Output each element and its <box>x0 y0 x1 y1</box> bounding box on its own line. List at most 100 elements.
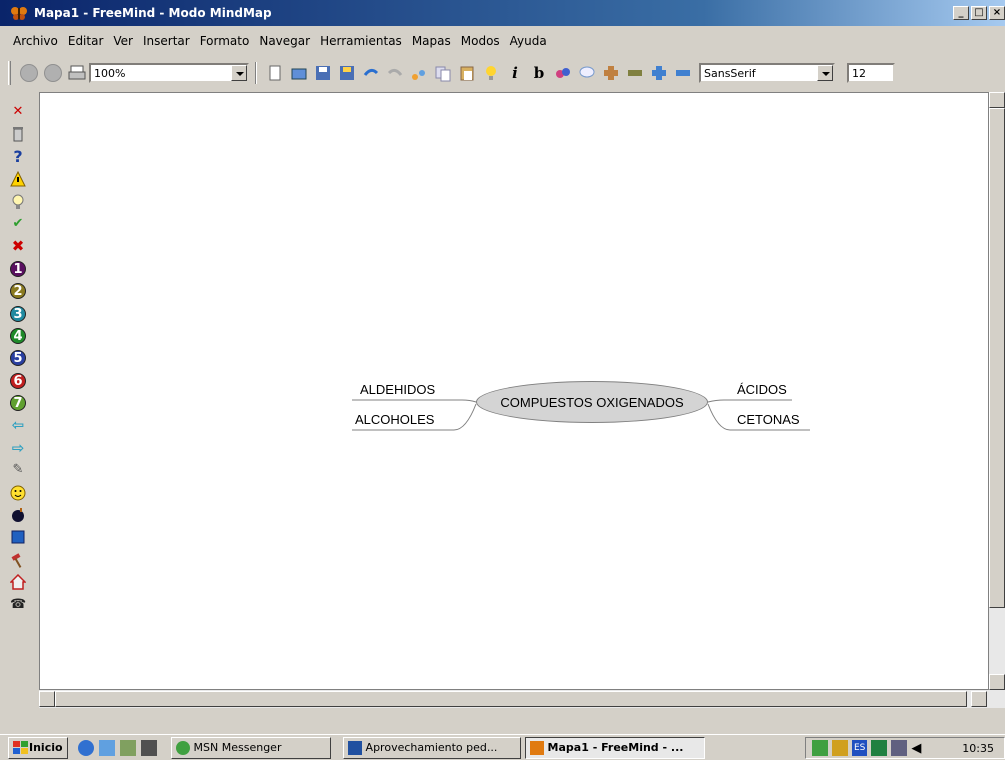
menu-navegar[interactable]: Navegar <box>254 32 315 50</box>
mindmap-canvas[interactable]: COMPUESTOS OXIGENADOS ALDEHIDOS ALCOHOLE… <box>39 92 989 690</box>
zoom-out-minus-icon[interactable] <box>674 64 692 82</box>
forward-icon[interactable] <box>44 64 62 82</box>
phone-icon[interactable]: ☎ <box>10 597 26 613</box>
idea-bulb-icon[interactable] <box>482 64 500 82</box>
cloud-color-icon[interactable] <box>554 64 572 82</box>
lightbulb-icon[interactable] <box>10 194 26 210</box>
icon-toolbar: ✕ ? ✔ ✖ 1 2 3 4 5 6 7 ⇦ ⇨ ✎ ☎ <box>8 104 28 619</box>
vertical-scroll-thumb[interactable] <box>989 108 1005 608</box>
clock: 10:35 <box>962 741 994 755</box>
trash-icon[interactable] <box>10 126 26 142</box>
minimize-button[interactable]: _ <box>953 6 969 20</box>
system-tray: ES ◀ 10:35 <box>805 737 1005 759</box>
zoom-select[interactable]: 100% <box>89 63 249 83</box>
expand-plus-icon[interactable] <box>602 64 620 82</box>
save-as-icon[interactable] <box>338 64 356 82</box>
internet-explorer-icon[interactable] <box>77 739 94 756</box>
bold-button[interactable]: b <box>530 64 548 82</box>
menu-ayuda[interactable]: Ayuda <box>505 32 552 50</box>
tray-network-icon[interactable] <box>812 740 828 756</box>
root-node-label: COMPUESTOS OXIGENADOS <box>500 394 684 410</box>
msn-icon <box>175 740 190 755</box>
warning-icon[interactable] <box>10 171 26 187</box>
start-button[interactable]: Inicio <box>8 736 68 759</box>
horizontal-scroll-thumb[interactable] <box>55 691 967 707</box>
redo-icon[interactable] <box>386 64 404 82</box>
speaker-icon[interactable]: ◀ <box>911 741 921 756</box>
scroll-up-button[interactable] <box>989 92 1005 108</box>
node-aldehidos[interactable]: ALDEHIDOS <box>360 382 435 397</box>
number-1-icon[interactable]: 1 <box>10 260 26 277</box>
tray-monitor-icon[interactable] <box>891 740 908 756</box>
print-icon[interactable] <box>68 64 86 82</box>
node-cetonas[interactable]: CETONAS <box>737 412 800 427</box>
menu-editar[interactable]: Editar <box>63 32 109 50</box>
node-alcoholes[interactable]: ALCOHOLES <box>355 412 434 427</box>
collapse-minus-icon[interactable] <box>626 64 644 82</box>
menu-modos[interactable]: Modos <box>456 32 505 50</box>
new-file-icon[interactable] <box>266 64 284 82</box>
outlook-icon[interactable] <box>98 739 115 756</box>
zoom-in-plus-icon[interactable] <box>650 64 668 82</box>
back-icon[interactable] <box>20 64 38 82</box>
hammer-icon[interactable] <box>10 552 26 568</box>
check-icon[interactable]: ✔ <box>10 216 26 232</box>
paste-icon[interactable] <box>458 64 476 82</box>
media-icon[interactable] <box>140 739 157 756</box>
menu-ver[interactable]: Ver <box>108 32 138 50</box>
vertical-scrollbar[interactable] <box>989 92 1005 690</box>
tray-app-icon[interactable] <box>871 740 888 756</box>
smiley-icon[interactable] <box>10 485 26 501</box>
number-2-icon[interactable]: 2 <box>10 283 26 300</box>
number-3-icon[interactable]: 3 <box>10 305 26 322</box>
scroll-down-button[interactable] <box>989 674 1005 690</box>
question-icon[interactable]: ? <box>10 148 26 165</box>
task-aprovechamiento[interactable]: Aprovechamiento ped... <box>342 736 521 759</box>
scroll-right-button[interactable] <box>971 691 987 707</box>
cut-icon[interactable] <box>410 64 428 82</box>
number-4-icon[interactable]: 4 <box>10 327 26 344</box>
home-icon[interactable] <box>10 574 26 590</box>
close-red-icon[interactable]: ✕ <box>10 104 26 120</box>
book-icon[interactable] <box>10 529 26 545</box>
number-6-icon[interactable]: 6 <box>10 372 26 389</box>
chevron-down-icon[interactable] <box>231 65 247 81</box>
cloud-icon[interactable] <box>578 64 596 82</box>
number-7-icon[interactable]: 7 <box>10 395 26 412</box>
arrow-right-icon[interactable]: ⇨ <box>10 440 26 456</box>
open-folder-icon[interactable] <box>290 64 308 82</box>
task-label: Mapa1 - FreeMind - ... <box>547 741 684 754</box>
menu-archivo[interactable]: Archivo <box>8 32 63 50</box>
horizontal-scrollbar[interactable] <box>39 690 1005 708</box>
tray-msn-icon[interactable] <box>832 740 848 756</box>
italic-button[interactable]: i <box>506 64 524 82</box>
cross-icon[interactable]: ✖ <box>10 238 26 254</box>
chevron-down-icon[interactable] <box>817 65 833 81</box>
maximize-button[interactable]: □ <box>971 6 987 20</box>
menu-formato[interactable]: Formato <box>195 32 255 50</box>
bomb-icon[interactable] <box>10 507 26 523</box>
font-size-select[interactable]: 12 <box>847 63 895 83</box>
menu-mapas[interactable]: Mapas <box>407 32 456 50</box>
desktop-icon[interactable] <box>119 739 136 756</box>
menu-herramientas[interactable]: Herramientas <box>315 32 407 50</box>
task-freemind[interactable]: Mapa1 - FreeMind - ... <box>524 736 705 759</box>
root-node[interactable]: COMPUESTOS OXIGENADOS <box>476 381 708 423</box>
close-button[interactable]: × <box>989 6 1005 20</box>
menu-insertar[interactable]: Insertar <box>138 32 195 50</box>
task-msn-messenger[interactable]: MSN Messenger <box>170 736 331 759</box>
tray-language[interactable]: ES <box>852 740 868 756</box>
font-family-select[interactable]: SansSerif <box>699 63 835 83</box>
copy-icon[interactable] <box>434 64 452 82</box>
scroll-left-button[interactable] <box>39 691 55 707</box>
font-size-value: 12 <box>852 66 866 80</box>
task-label: Aprovechamiento ped... <box>365 741 498 754</box>
node-acidos[interactable]: ÁCIDOS <box>737 382 787 397</box>
paperclip-icon[interactable]: ✎ <box>10 462 26 478</box>
windows-logo-icon <box>13 740 28 754</box>
toolbar-grip[interactable] <box>8 61 11 85</box>
save-icon[interactable] <box>314 64 332 82</box>
arrow-left-icon[interactable]: ⇦ <box>10 417 26 433</box>
number-5-icon[interactable]: 5 <box>10 350 26 367</box>
undo-icon[interactable] <box>362 64 380 82</box>
